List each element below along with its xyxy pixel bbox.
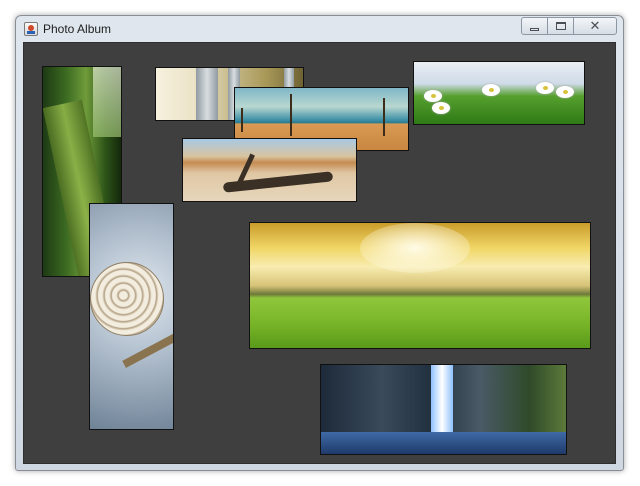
maximize-icon [555,22,566,30]
photo-waterfall[interactable] [320,364,567,455]
caption-buttons: ✕ [521,17,617,35]
minimize-icon [530,27,539,31]
java-app-icon[interactable] [24,22,38,36]
title-bar[interactable]: Photo Album ✕ [16,16,623,42]
close-icon: ✕ [589,18,601,33]
photo-field[interactable] [249,222,591,349]
photo-desert[interactable] [182,138,357,202]
minimize-button[interactable] [521,17,548,35]
album-canvas [23,42,616,464]
photo-album-window: Photo Album ✕ [15,15,624,471]
close-button[interactable]: ✕ [573,17,617,35]
photo-daisies[interactable] [413,61,585,125]
window-title: Photo Album [43,22,112,36]
photo-snail[interactable] [89,203,174,430]
maximize-button[interactable] [547,17,574,35]
